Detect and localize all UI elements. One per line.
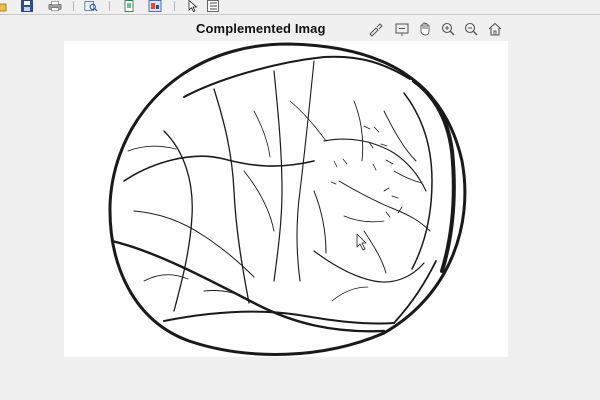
fundus-boundary xyxy=(108,42,467,356)
figure-toolbar xyxy=(0,0,600,15)
vessel xyxy=(393,260,437,324)
vessel xyxy=(313,190,327,254)
optic-band xyxy=(412,79,456,273)
vessel xyxy=(183,55,411,98)
vessel xyxy=(163,310,395,325)
home-icon[interactable] xyxy=(486,20,504,38)
vessel xyxy=(243,170,275,232)
vessel xyxy=(273,70,283,282)
vessel xyxy=(383,187,403,218)
figure-properties-icon[interactable] xyxy=(148,0,162,12)
vessel xyxy=(383,110,417,162)
toolbar-separator xyxy=(109,1,110,11)
vessel xyxy=(127,145,177,152)
vessel xyxy=(331,286,369,302)
copy-figure-icon[interactable] xyxy=(122,0,136,12)
save-icon[interactable] xyxy=(20,0,34,12)
print-icon[interactable] xyxy=(48,0,62,12)
cursor-arrow xyxy=(356,233,367,251)
vessel xyxy=(313,250,425,283)
vessel xyxy=(338,180,431,232)
vessel xyxy=(363,125,394,171)
figure-title: Complemented Imag xyxy=(196,21,326,36)
vessel xyxy=(123,155,315,182)
vessel xyxy=(353,100,364,162)
zoom-out-icon[interactable] xyxy=(462,20,480,38)
axes-toolbar xyxy=(366,20,510,38)
vessel xyxy=(323,138,427,192)
data-tip-icon[interactable] xyxy=(393,20,411,38)
open-file-icon[interactable] xyxy=(0,0,8,12)
image-canvas[interactable] xyxy=(64,41,508,357)
vessel xyxy=(296,60,315,282)
vessel xyxy=(330,158,348,185)
zoom-in-icon[interactable] xyxy=(439,20,457,38)
property-editor-icon[interactable] xyxy=(206,0,220,12)
vessel xyxy=(253,110,271,158)
vessel xyxy=(213,88,250,304)
pan-icon[interactable] xyxy=(416,20,434,38)
toolbar-separator xyxy=(73,1,74,11)
vessel xyxy=(363,230,387,274)
optic-band-inner xyxy=(403,92,433,270)
vessel-map-image xyxy=(108,42,467,356)
print-preview-icon[interactable] xyxy=(84,0,98,12)
pointer-icon[interactable] xyxy=(186,0,200,12)
brush-icon[interactable] xyxy=(366,20,384,38)
vessel xyxy=(343,215,385,223)
toolbar-separator xyxy=(174,1,175,11)
